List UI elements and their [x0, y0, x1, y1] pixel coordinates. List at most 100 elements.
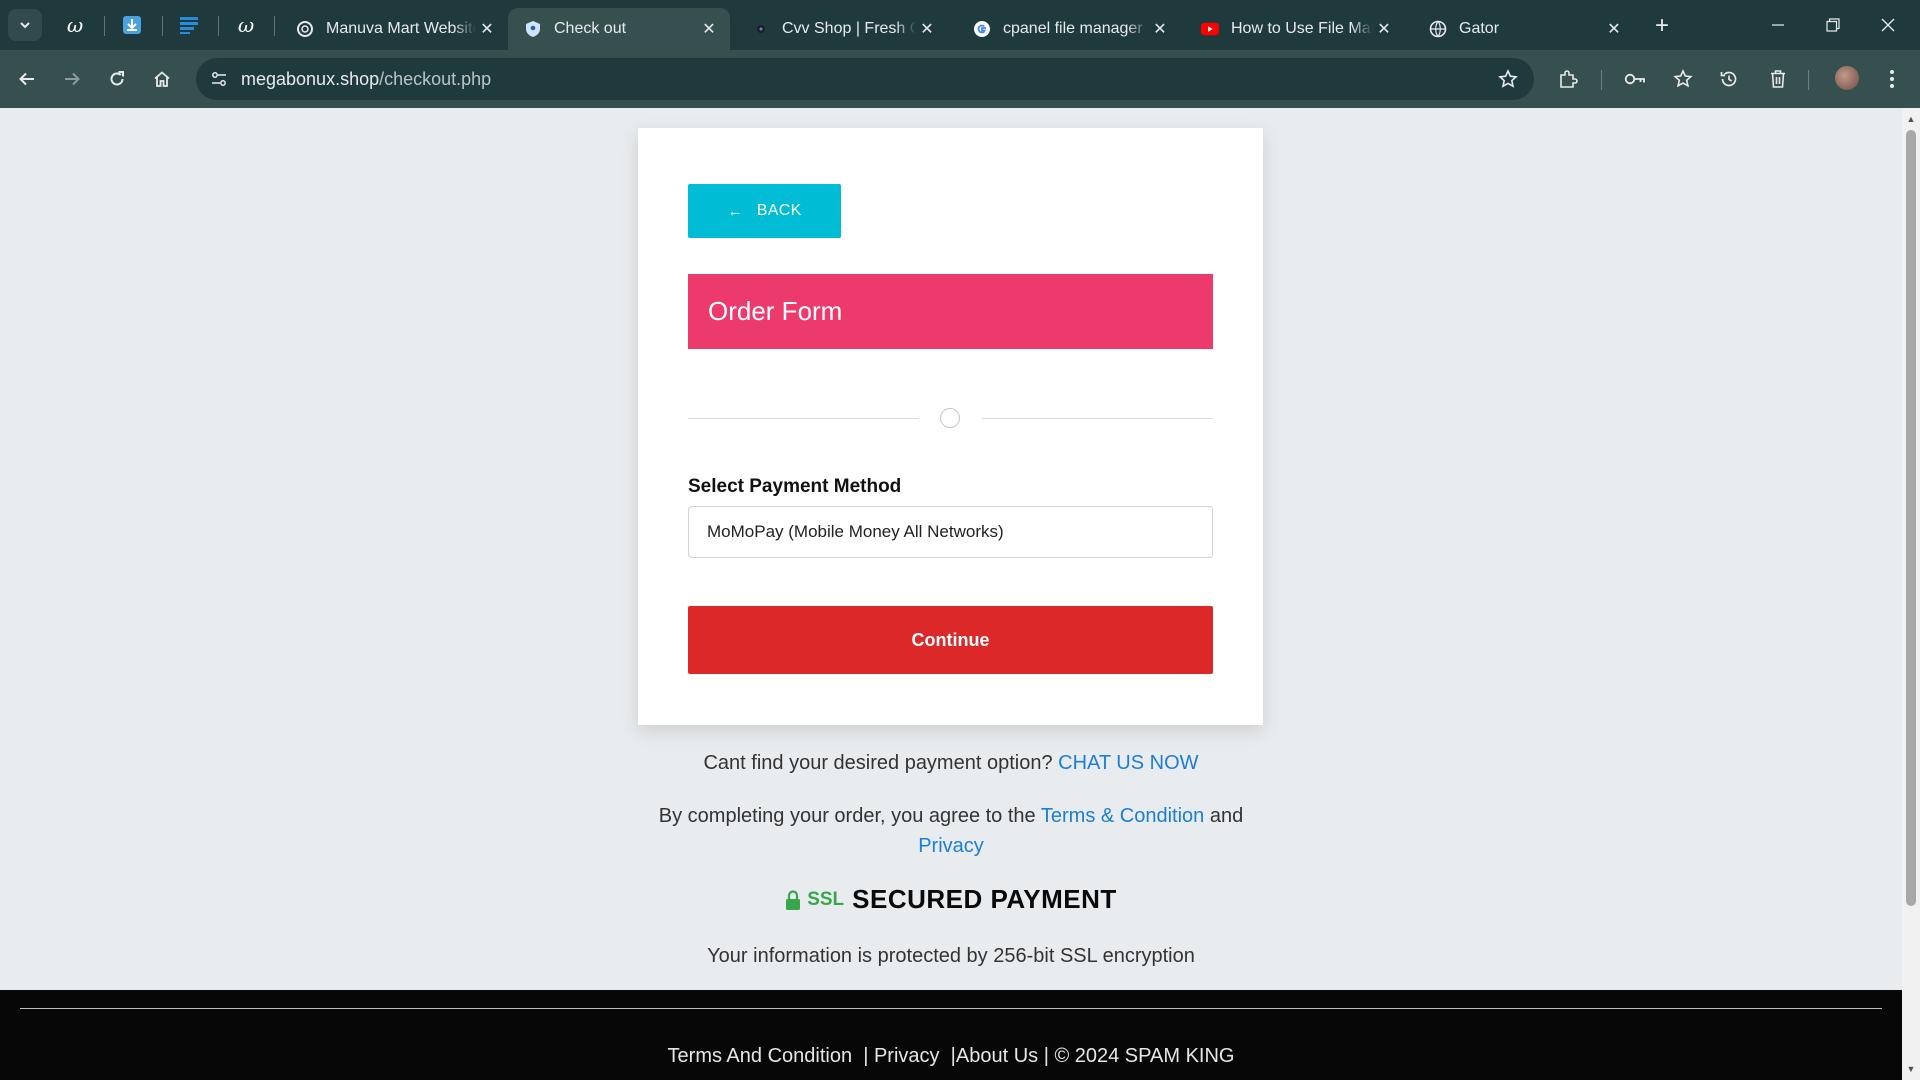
site-info-button[interactable] [204, 64, 234, 94]
pinned-tab-docs[interactable] [169, 9, 209, 41]
reload-icon [110, 71, 124, 86]
close-icon[interactable]: ✕ [1149, 18, 1171, 40]
download-icon [123, 16, 141, 34]
tab-cpanel[interactable]: cpanel file manager ✕ [957, 8, 1181, 50]
arrow-right-icon [65, 72, 80, 86]
order-form-header: Order Form [688, 274, 1213, 349]
footer-divider [20, 1008, 1882, 1009]
url-text[interactable]: megabonux.shop/checkout.php [241, 69, 491, 90]
help-text: Cant find your desired payment option? [703, 752, 1053, 774]
close-icon[interactable]: ✕ [1603, 18, 1625, 40]
page-scrollbar[interactable]: ▲ ▼ [1902, 108, 1920, 1080]
lock-icon [786, 889, 801, 910]
footer-privacy-link[interactable]: Privacy [874, 1045, 940, 1067]
reload-button[interactable] [101, 63, 133, 95]
back-nav-button[interactable] [11, 63, 43, 95]
script-w-icon: ω [237, 13, 255, 37]
url-path: /checkout.php [379, 69, 492, 89]
tune-icon [212, 72, 226, 86]
script-w-icon: ω [66, 13, 84, 37]
profile-avatar[interactable] [1833, 64, 1861, 92]
tab-cvv-shop[interactable]: Cvv Shop | Fresh Cvv ✕ [736, 8, 948, 50]
restore-icon [1826, 18, 1840, 32]
footer-links: Terms And Condition | Privacy |About Us … [0, 1045, 1902, 1068]
youtube-icon [1201, 20, 1219, 38]
url-host: megabonux.shop [241, 69, 380, 89]
ssl-badge: SSL SECURED PAYMENT [0, 884, 1902, 915]
scroll-down-arrow-icon[interactable]: ▼ [1906, 1064, 1916, 1074]
footer-copyright: © 2024 SPAM KING [1054, 1045, 1235, 1067]
dark-dot-icon [752, 20, 770, 38]
menu-button[interactable] [1876, 63, 1908, 95]
tab-title: Cvv Shop | Fresh Cvv [782, 20, 916, 37]
close-icon[interactable]: ✕ [916, 18, 938, 40]
tab-gator[interactable]: Gator ✕ [1413, 8, 1635, 50]
globe-icon [1429, 20, 1447, 38]
docs-icon [180, 17, 198, 34]
address-bar[interactable]: megabonux.shop/checkout.php [196, 58, 1534, 100]
help-line: Cant find your desired payment option? C… [0, 748, 1902, 778]
puzzle-icon [1560, 70, 1578, 88]
tab-title: Manuva Mart Website [326, 20, 476, 37]
shield-icon [524, 20, 542, 38]
history-button[interactable] [1713, 63, 1745, 95]
pinned-tab-script[interactable]: ω [55, 9, 95, 41]
favorites-button[interactable] [1667, 63, 1699, 95]
payment-method-select[interactable]: MoMoPay (Mobile Money All Networks) [688, 506, 1213, 558]
google-icon [973, 20, 991, 38]
protection-text: Your information is protected by 256-bit… [707, 945, 1195, 967]
order-form-title: Order Form [708, 296, 843, 326]
close-icon[interactable]: ✕ [698, 18, 720, 40]
restore-button[interactable] [1813, 10, 1853, 40]
continue-button[interactable]: Continue [688, 606, 1213, 674]
more-vertical-icon [1890, 70, 1894, 88]
home-button[interactable] [146, 63, 178, 95]
ssl-label: SSL [807, 888, 845, 910]
minimize-button[interactable] [1758, 10, 1798, 40]
footer-separator: | [1043, 1045, 1049, 1067]
scroll-up-arrow-icon[interactable]: ▲ [1906, 114, 1916, 124]
footer-about-link[interactable]: About Us [956, 1045, 1038, 1067]
tab-title: cpanel file manager [1003, 20, 1143, 37]
passwords-button[interactable] [1619, 63, 1651, 95]
tab-youtube[interactable]: How to Use File Manager ✕ [1185, 8, 1405, 50]
forward-nav-button[interactable] [56, 63, 88, 95]
tab-manuva-mart[interactable]: Manuva Mart Website ✕ [280, 8, 508, 50]
close-icon[interactable]: ✕ [476, 18, 498, 40]
tab-title: How to Use File Manager [1231, 20, 1373, 37]
plus-icon: + [1654, 12, 1669, 39]
terms-link[interactable]: Terms & Condition [1041, 805, 1204, 827]
close-icon [1881, 18, 1895, 32]
bookmark-button[interactable] [1494, 65, 1522, 93]
delete-button[interactable] [1762, 63, 1794, 95]
close-icon[interactable]: ✕ [1373, 18, 1395, 40]
openai-icon [296, 20, 314, 38]
agreement-line: By completing your order, you agree to t… [651, 801, 1251, 861]
star-icon [1498, 69, 1518, 88]
chevron-down-icon [20, 22, 30, 29]
agree-text: By completing your order, you agree to t… [658, 805, 1036, 827]
tab-check-out[interactable]: Check out ✕ [508, 8, 730, 50]
footer-separator: | [945, 1045, 956, 1067]
tab-search-button[interactable] [8, 9, 42, 41]
arrow-left-icon [19, 72, 34, 86]
tab-strip: ω ω Manuva Mart Website ✕ Check out ✕ Cv… [0, 0, 1920, 50]
privacy-link[interactable]: Privacy [918, 835, 984, 857]
back-button[interactable]: ← BACK [688, 184, 841, 238]
new-tab-button[interactable]: + [1648, 12, 1676, 40]
footer-separator: | [857, 1045, 869, 1067]
step-divider-left [688, 418, 919, 419]
pinned-tab-script-2[interactable]: ω [226, 9, 266, 41]
close-window-button[interactable] [1868, 10, 1908, 40]
pinned-tab-download[interactable] [112, 9, 152, 41]
home-icon [154, 71, 170, 87]
scroll-thumb[interactable] [1906, 130, 1916, 906]
checkout-card: ← BACK Order Form Select Payment Method … [638, 128, 1263, 725]
minimize-icon [1772, 24, 1784, 26]
chat-us-link[interactable]: CHAT US NOW [1058, 752, 1198, 774]
back-button-label: BACK [756, 202, 802, 219]
footer-terms-link[interactable]: Terms And Condition [668, 1045, 853, 1067]
tab-title: Check out [554, 20, 627, 37]
key-icon [1624, 73, 1645, 85]
extensions-button[interactable] [1552, 63, 1584, 95]
